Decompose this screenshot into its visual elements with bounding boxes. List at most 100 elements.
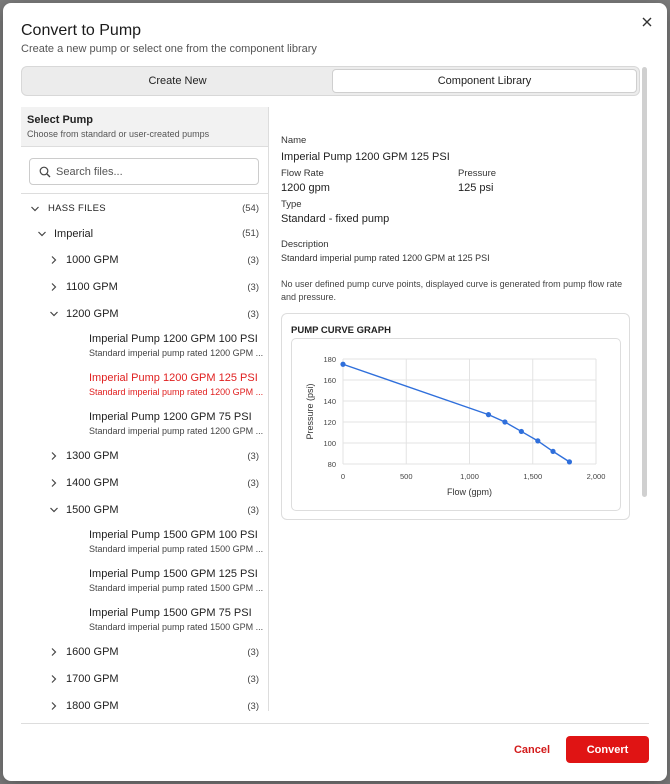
tab-create-new[interactable]: Create New (25, 69, 330, 93)
chevron-right-icon (51, 648, 57, 656)
folder-label: 1700 GPM (66, 673, 119, 685)
pump-curve-card: PUMP CURVE GRAPH 80 100 120 140 160 180 0 500 1,… (281, 313, 630, 520)
folder-label: 1400 GPM (66, 477, 119, 489)
dialog-subtitle: Create a new pump or select one from the… (21, 43, 317, 55)
description-value: Standard imperial pump rated 1200 GPM at… (281, 253, 490, 263)
name-label: Name (281, 135, 307, 146)
pump-desc: Standard imperial pump rated 1200 GPM ..… (89, 387, 264, 397)
file-tree: HASS FILES (54) Imperial (51) 1000 GPM (… (21, 193, 268, 711)
panel-header: Select Pump Choose from standard or user… (21, 107, 268, 147)
pump-curve-chart: 80 100 120 140 160 180 0 500 1,000 1,500 2,000 Flow… (305, 355, 606, 497)
data-point (340, 361, 346, 367)
chevron-down-icon (50, 507, 58, 513)
folder-count: (3) (247, 701, 259, 711)
chart-container: 80 100 120 140 160 180 0 500 1,000 1,500 2,000 Flow… (291, 338, 621, 511)
tree-folder-1500-gpm[interactable]: 1500 GPM (3) (21, 502, 268, 522)
tree-root-count: (54) (242, 203, 259, 214)
tree-group-imperial[interactable]: Imperial (51) (21, 226, 268, 246)
graph-title: PUMP CURVE GRAPH (291, 325, 391, 336)
list-item-pump[interactable]: Imperial Pump 1200 GPM 100 PSI Standard … (21, 330, 268, 366)
chevron-right-icon (51, 702, 57, 710)
close-icon[interactable] (640, 15, 654, 29)
tree-root-hass-files[interactable]: HASS FILES (54) (21, 201, 268, 221)
list-item-pump[interactable]: Imperial Pump 1500 GPM 75 PSI Standard i… (21, 604, 268, 640)
folder-label: 1200 GPM (66, 308, 119, 320)
folder-count: (3) (247, 505, 259, 516)
name-value: Imperial Pump 1200 GPM 125 PSI (281, 151, 450, 163)
pressure-value: 125 psi (458, 182, 494, 194)
pump-name: Imperial Pump 1500 GPM 75 PSI (89, 607, 252, 619)
data-point (502, 419, 508, 425)
series-line-segment (521, 430, 539, 442)
folder-label: 1600 GPM (66, 646, 119, 658)
tree-group-label: Imperial (54, 228, 94, 240)
tree-folder-1700-gpm[interactable]: 1700 GPM (3) (21, 671, 268, 691)
tree-group-count: (51) (242, 228, 259, 239)
x-tick-label: 1,000 (460, 472, 479, 481)
pressure-label: Pressure (458, 168, 497, 179)
y-tick-label: 120 (323, 418, 336, 427)
data-point (535, 438, 541, 444)
panel-heading: Select Pump (27, 114, 94, 126)
chevron-right-icon (51, 452, 57, 460)
y-tick-label: 100 (323, 439, 336, 448)
pump-name: Imperial Pump 1200 GPM 125 PSI (89, 372, 258, 384)
y-axis-label: Pressure (psi) (305, 383, 315, 439)
chevron-right-icon (51, 479, 57, 487)
tree-folder-1000-gpm[interactable]: 1000 GPM (3) (21, 252, 268, 272)
series-line-segment (537, 440, 554, 452)
pump-desc: Standard imperial pump rated 1500 GPM ..… (89, 583, 264, 593)
cancel-button[interactable]: Cancel (508, 739, 556, 761)
data-point (550, 448, 556, 454)
search-input[interactable]: Search files... (29, 158, 259, 185)
folder-label: 1300 GPM (66, 450, 119, 462)
flow-rate-label: Flow Rate (281, 168, 324, 179)
tree-folder-1400-gpm[interactable]: 1400 GPM (3) (21, 475, 268, 495)
folder-label: 1500 GPM (66, 504, 119, 516)
tab-component-library[interactable]: Component Library (332, 69, 637, 93)
pump-name: Imperial Pump 1500 GPM 125 PSI (89, 568, 258, 580)
tab-bar: Create New Component Library (21, 66, 640, 96)
scrollbar[interactable] (642, 67, 647, 497)
x-tick-label: 0 (341, 472, 345, 481)
chevron-right-icon (51, 675, 57, 683)
convert-button[interactable]: Convert (566, 736, 649, 763)
chevron-right-icon (51, 283, 57, 291)
folder-label: 1100 GPM (66, 281, 118, 293)
footer-divider (21, 723, 649, 724)
chevron-down-icon (31, 206, 39, 212)
list-item-pump[interactable]: Imperial Pump 1200 GPM 75 PSI Standard i… (21, 408, 268, 444)
description-label: Description (281, 239, 329, 250)
chevron-right-icon (51, 256, 57, 264)
folder-count: (3) (247, 451, 259, 462)
folder-count: (3) (247, 255, 259, 266)
list-item-pump-selected[interactable]: Imperial Pump 1200 GPM 125 PSI Standard … (21, 369, 268, 405)
y-tick-label: 180 (323, 355, 336, 364)
folder-label: 1800 GPM (66, 700, 119, 711)
chevron-down-icon (50, 311, 58, 317)
tree-folder-1300-gpm[interactable]: 1300 GPM (3) (21, 448, 268, 468)
list-item-pump[interactable]: Imperial Pump 1500 GPM 100 PSI Standard … (21, 526, 268, 562)
series-line-segment (488, 414, 506, 423)
x-tick-label: 2,000 (587, 472, 606, 481)
tree-root-label: HASS FILES (48, 203, 106, 214)
flow-rate-value: 1200 gpm (281, 182, 330, 194)
pump-desc: Standard imperial pump rated 1500 GPM ..… (89, 622, 264, 632)
tree-folder-1100-gpm[interactable]: 1100 GPM (3) (21, 279, 268, 299)
list-item-pump[interactable]: Imperial Pump 1500 GPM 125 PSI Standard … (21, 565, 268, 601)
series-line-segment (504, 421, 522, 433)
folder-count: (3) (247, 478, 259, 489)
x-axis-label: Flow (gpm) (447, 487, 492, 497)
y-tick-label: 140 (323, 397, 336, 406)
tree-folder-1800-gpm[interactable]: 1800 GPM (3) (21, 698, 268, 711)
folder-count: (3) (247, 674, 259, 685)
tree-folder-1200-gpm[interactable]: 1200 GPM (3) (21, 306, 268, 326)
y-tick-label: 80 (328, 460, 336, 469)
search-icon (39, 166, 51, 178)
pump-details-panel: Name Imperial Pump 1200 GPM 125 PSI Flow… (281, 107, 649, 711)
folder-count: (3) (247, 282, 259, 293)
pump-desc: Standard imperial pump rated 1200 GPM ..… (89, 348, 264, 358)
series-line-segment (342, 363, 489, 416)
convert-to-pump-dialog: Convert to Pump Create a new pump or sel… (3, 3, 667, 781)
tree-folder-1600-gpm[interactable]: 1600 GPM (3) (21, 644, 268, 664)
